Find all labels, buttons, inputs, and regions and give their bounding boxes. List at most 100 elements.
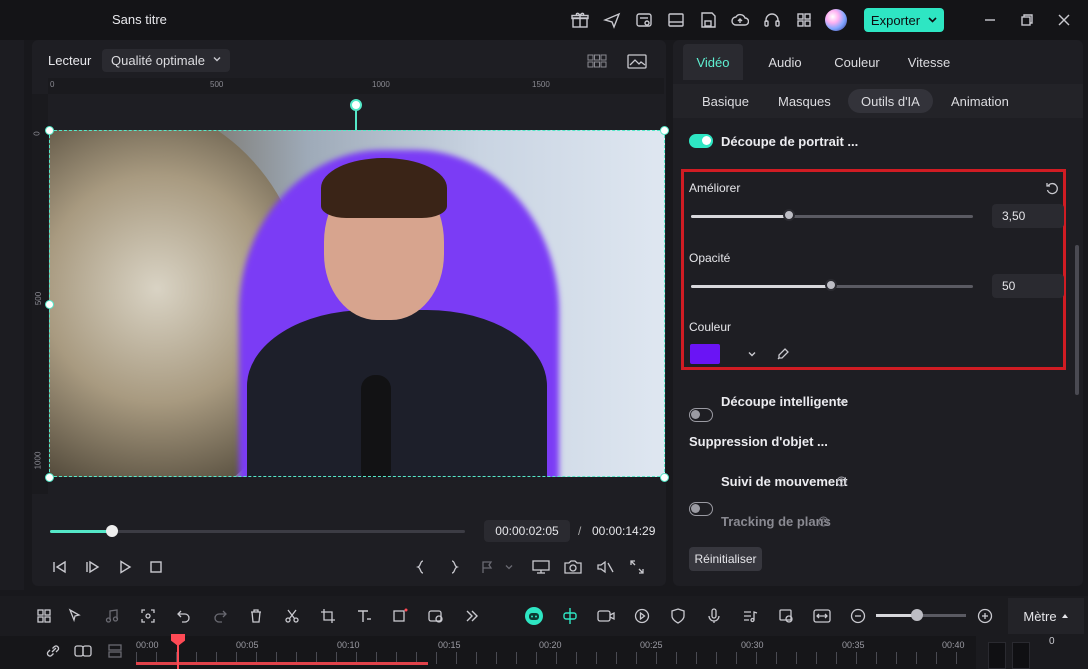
opacity-slider-knob[interactable] [825, 279, 837, 291]
help-icon[interactable] [817, 515, 829, 527]
save-icon[interactable] [698, 10, 718, 30]
image-view-icon[interactable] [626, 52, 648, 70]
help-icon[interactable] [835, 475, 847, 487]
more-tools-icon[interactable] [462, 606, 482, 626]
subtab-masks[interactable]: Masques [765, 89, 844, 113]
ruler-label: 500 [210, 80, 224, 89]
selection-frame[interactable] [49, 130, 665, 477]
inspector-scrollbar[interactable] [1075, 245, 1079, 395]
color-swatch[interactable] [690, 344, 720, 364]
play-icon[interactable] [115, 558, 135, 576]
snap-icon[interactable] [560, 606, 580, 626]
tab-video[interactable]: Vidéo [683, 44, 743, 80]
resize-handle[interactable] [660, 126, 669, 135]
fit-width-icon[interactable] [812, 606, 832, 626]
next-frame-icon[interactable] [83, 558, 103, 576]
mute-icon[interactable] [595, 558, 615, 576]
delete-icon[interactable] [246, 606, 266, 626]
text-icon[interactable] [354, 606, 374, 626]
reset-button[interactable]: Réinitialiser [689, 547, 762, 571]
headset-icon[interactable] [762, 10, 782, 30]
zoom-in-icon[interactable] [975, 606, 995, 626]
play-circle-icon[interactable] [632, 606, 652, 626]
opacity-value[interactable]: 50 [992, 274, 1064, 298]
add-track-icon[interactable] [74, 642, 92, 660]
cloud-upload-icon[interactable] [730, 10, 750, 30]
inspector-tabs: Vidéo Audio Couleur Vitesse [673, 44, 1083, 80]
maximize-icon[interactable] [1019, 12, 1035, 28]
ruler-label: 1500 [532, 80, 550, 89]
ai-crop-icon[interactable] [138, 606, 158, 626]
marker-icon[interactable] [477, 558, 497, 576]
send-icon[interactable] [602, 10, 622, 30]
media-settings-icon[interactable] [634, 10, 654, 30]
gift-icon[interactable] [570, 10, 590, 30]
quality-select[interactable]: Qualité optimale [102, 49, 230, 72]
tab-speed[interactable]: Vitesse [899, 44, 959, 80]
camera-icon[interactable] [563, 558, 583, 576]
layout-grid-icon[interactable] [34, 606, 54, 626]
enhance-value[interactable]: 3,50 [992, 204, 1064, 228]
previous-frame-icon[interactable] [50, 558, 70, 576]
resize-handle[interactable] [45, 300, 54, 309]
meter-toggle[interactable]: Mètre [1008, 598, 1084, 634]
ruler-vertical: 0 500 1000 [32, 94, 48, 494]
reset-icon[interactable] [1044, 180, 1060, 196]
chevron-down-icon[interactable] [499, 558, 519, 576]
music-list-icon[interactable] [740, 606, 760, 626]
record-screen-icon[interactable] [596, 606, 616, 626]
player-label: Lecteur [48, 53, 92, 68]
zoom-slider-knob[interactable] [911, 609, 923, 621]
layout-icon[interactable] [666, 10, 686, 30]
avatar[interactable] [825, 9, 847, 31]
current-time[interactable]: 00:00:02:05 [484, 520, 570, 542]
tab-color[interactable]: Couleur [827, 44, 887, 80]
subtab-basic[interactable]: Basique [689, 89, 762, 113]
timeline-tick: 00:40 [942, 640, 965, 650]
caret-up-icon[interactable] [838, 396, 848, 406]
eyedropper-icon[interactable] [775, 346, 791, 362]
enhance-slider-knob[interactable] [783, 209, 795, 221]
track-manager-icon[interactable] [106, 642, 124, 660]
microphone-icon[interactable] [704, 606, 724, 626]
display-icon[interactable] [531, 558, 551, 576]
mark-out-icon[interactable] [444, 558, 464, 576]
smart-cutout-toggle[interactable] [689, 408, 713, 422]
close-icon[interactable] [1056, 12, 1072, 28]
tab-audio[interactable]: Audio [755, 44, 815, 80]
scissors-icon[interactable] [282, 606, 302, 626]
resize-handle[interactable] [45, 126, 54, 135]
redo-icon[interactable] [210, 606, 230, 626]
audio-tool-icon[interactable] [102, 606, 122, 626]
grid-apps-icon[interactable] [794, 10, 814, 30]
rotate-handle[interactable] [350, 99, 362, 111]
select-tool-icon[interactable] [65, 606, 85, 626]
export-button[interactable]: Exporter [864, 8, 944, 32]
subtab-ai-tools[interactable]: Outils d'IA [848, 89, 933, 113]
chevron-down-icon [212, 54, 222, 64]
quality-value: Qualité optimale [111, 53, 205, 68]
resize-handle[interactable] [660, 473, 669, 482]
stop-icon[interactable] [146, 558, 166, 576]
undo-icon[interactable] [174, 606, 194, 626]
object-removal-label[interactable]: Suppression d'objet ... [689, 434, 828, 449]
color-effect-icon[interactable] [426, 606, 446, 626]
crop-icon[interactable] [318, 606, 338, 626]
ai-assistant-icon[interactable] [524, 606, 544, 626]
motion-tracking-toggle[interactable] [689, 502, 713, 516]
zoom-out-icon[interactable] [848, 606, 868, 626]
shield-icon[interactable] [668, 606, 688, 626]
timeline-tick: 00:30 [741, 640, 764, 650]
mark-in-icon[interactable] [411, 558, 431, 576]
grid-view-icon[interactable] [586, 52, 608, 70]
portrait-cutout-toggle[interactable] [689, 134, 713, 148]
link-icon[interactable] [44, 642, 62, 660]
resize-handle[interactable] [45, 473, 54, 482]
shape-icon[interactable] [390, 606, 410, 626]
replace-media-icon[interactable] [776, 606, 796, 626]
playback-scrubber[interactable] [106, 525, 118, 537]
chevron-down-icon[interactable] [745, 347, 759, 361]
subtab-animation[interactable]: Animation [938, 89, 1022, 113]
fullscreen-icon[interactable] [627, 558, 647, 576]
minimize-icon[interactable] [982, 12, 998, 28]
